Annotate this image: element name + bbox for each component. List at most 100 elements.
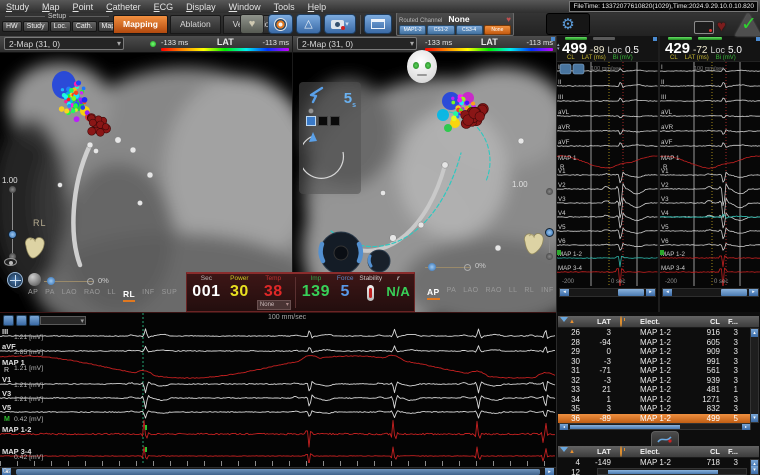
table2-header[interactable]: ▲ LAT Elect. CL F... — [558, 446, 759, 458]
slider-thumb[interactable] — [8, 230, 17, 239]
map2-transparency-slider[interactable] — [425, 263, 471, 272]
scroll-left-arrow[interactable]: ◂ — [560, 289, 569, 296]
orientation-lao[interactable]: LAO — [62, 289, 77, 302]
point-row-36[interactable]: 36-89MAP 1-24995 — [558, 414, 759, 424]
orientation-inf[interactable]: INF — [142, 289, 154, 302]
setup-button-loc[interactable]: Loc. — [50, 21, 71, 32]
point-row-31[interactable]: 31-71MAP 1-25613 — [558, 366, 759, 376]
point-row-29[interactable]: 290MAP 1-29093 — [558, 347, 759, 357]
orientation-rl[interactable]: RL — [123, 289, 135, 302]
col-lat[interactable]: LAT — [582, 447, 614, 456]
col-cl[interactable]: CL — [690, 317, 722, 326]
tag-size-value[interactable]: 5s — [344, 90, 356, 109]
setup-button-study[interactable]: Study — [23, 21, 49, 32]
routed-button-map1-2[interactable]: MAP1-2 — [399, 25, 426, 35]
temp-mode-dropdown[interactable]: None▾ — [257, 300, 291, 310]
menu-item-help[interactable]: Help — [308, 2, 327, 12]
tab-ablation[interactable]: Ablation — [170, 15, 221, 34]
panel-spinner[interactable]: ▴▾ — [557, 43, 560, 51]
swatch-dark-1[interactable] — [318, 116, 328, 126]
orientation-ap[interactable]: AP — [28, 289, 38, 302]
orientation-heart-icon[interactable] — [20, 232, 50, 262]
lat-color-scale[interactable]: -133 ms LAT -113 ms — [425, 37, 553, 51]
setup-button-cath[interactable]: Cath. — [72, 21, 97, 32]
ecg-traces[interactable] — [0, 313, 556, 463]
orientation-rao[interactable]: RAO — [84, 289, 100, 302]
annotation-traces-2[interactable]: IIIIIIaVLaVRaVFMAP 1V1V2V3V4V5V6MAP 1-2M… — [660, 62, 760, 286]
annotation-traces-1[interactable]: IIIIIIaVLaVRaVFMAP 1V1V2V3V4V5V6MAP 1-2M… — [557, 62, 658, 286]
eye-icon[interactable] — [4, 258, 17, 266]
lat-color-scale[interactable]: -133 ms LAT -113 ms — [161, 37, 289, 51]
orientation-lao[interactable]: LAO — [463, 287, 478, 300]
orientation-sup[interactable]: SUP — [162, 289, 178, 302]
panel1-scrollbar[interactable]: ◂ ▸ — [559, 288, 656, 297]
filter-icon[interactable] — [560, 317, 568, 326]
table2-vscrollbar[interactable]: ▴ ▾ — [750, 459, 759, 475]
col-f[interactable]: F... — [722, 447, 740, 456]
sort-icon[interactable]: ▲ — [569, 449, 575, 455]
settings-button[interactable]: ⚙ — [546, 13, 590, 35]
slider-thumb[interactable] — [428, 263, 436, 271]
scroll-up-arrow[interactable]: ▴ — [751, 329, 758, 337]
col-time[interactable] — [614, 317, 638, 326]
screen-layout-button[interactable] — [364, 14, 392, 34]
tab-mapping[interactable]: Mapping — [113, 15, 168, 34]
scroll-left-arrow[interactable]: ◂ — [663, 289, 672, 296]
col-f[interactable]: F... — [722, 317, 740, 326]
orientation-inf[interactable]: INF — [541, 287, 553, 300]
orientation-ll[interactable]: LL — [107, 289, 116, 302]
point-row-34[interactable]: 341MAP 1-212713 — [558, 395, 759, 405]
map1-transparency-slider[interactable] — [44, 277, 94, 286]
scroll-right-arrow[interactable]: ▸ — [646, 289, 655, 296]
scroll-right-arrow[interactable]: ▸ — [742, 424, 750, 430]
orientation-ap[interactable]: AP — [427, 287, 440, 300]
scrollbar-thumb[interactable] — [618, 289, 644, 296]
scroll-left-arrow[interactable]: ◂ — [560, 424, 568, 430]
snapshot-button[interactable]: ▾ — [324, 14, 356, 34]
panel2-scrollbar[interactable]: ◂ ▸ — [662, 288, 759, 297]
orientation-pa[interactable]: PA — [447, 287, 457, 300]
routed-button-none[interactable]: None — [484, 25, 511, 35]
orientation-pa[interactable]: PA — [45, 289, 55, 302]
reference-button[interactable]: △ — [296, 14, 321, 34]
loc-label[interactable]: Loc — [710, 45, 725, 55]
routed-button-cs1-2[interactable]: CS1-2 — [427, 25, 454, 35]
routed-button-cs3-4[interactable]: CS3-4 — [456, 25, 483, 35]
scroll-right-arrow[interactable]: ▸ — [545, 468, 554, 475]
sort-icon[interactable]: ▲ — [569, 319, 575, 325]
panel-maximize-button[interactable] — [756, 37, 760, 41]
point-row-35[interactable]: 353MAP 1-28323 — [558, 404, 759, 414]
swatch-dark-2[interactable] — [330, 116, 340, 126]
orientation-rl[interactable]: RL — [524, 287, 534, 300]
col-time[interactable] — [614, 447, 638, 456]
scrollbar-thumb[interactable] — [608, 470, 718, 474]
map1-selector-dropdown[interactable]: 2-Map (31, 0) ▾ — [4, 37, 124, 50]
point-row-26[interactable]: 263MAP 1-29163 — [558, 328, 759, 338]
orientation-rao[interactable]: RAO — [485, 287, 501, 300]
catheter-list-tab[interactable] — [651, 431, 679, 446]
map2-selector-dropdown[interactable]: 2-Map (31, 0) ▾ — [297, 37, 417, 50]
table1-hscrollbar[interactable]: ◂ ▸ — [559, 423, 751, 430]
location-setup-button[interactable] — [268, 14, 293, 34]
panel-maximize-button[interactable] — [551, 37, 555, 41]
swatch-blue[interactable] — [306, 116, 316, 126]
ecg-scrollbar[interactable]: 0s ◂ ▸ — [0, 467, 556, 475]
map1-zoom-slider[interactable] — [6, 186, 20, 260]
point-row-33[interactable]: 3321MAP 1-24811 — [558, 385, 759, 395]
table2-hscrollbar[interactable] — [597, 468, 747, 475]
table1-header[interactable]: ▲ LAT Elect. CL F... — [558, 316, 759, 328]
menu-item-ecg[interactable]: ECG — [154, 2, 174, 12]
menu-item-window[interactable]: Window — [229, 2, 261, 12]
orientation-ll[interactable]: LL — [509, 287, 518, 300]
compass-icon[interactable] — [7, 272, 23, 288]
orientation-heart-icon[interactable] — [519, 228, 549, 258]
scroll-right-arrow[interactable]: ▸ — [749, 289, 758, 296]
point-row-30[interactable]: 30-3MAP 1-29913 — [558, 357, 759, 367]
menu-item-catheter[interactable]: Catheter — [106, 2, 141, 12]
loc-label[interactable]: Loc — [607, 45, 622, 55]
point-row-32[interactable]: 32-3MAP 1-29393 — [558, 376, 759, 386]
heart-view-button[interactable]: ♥ — [240, 14, 264, 34]
sphere-icon[interactable] — [28, 273, 41, 286]
col-elect[interactable]: Elect. — [638, 447, 690, 456]
col-lat[interactable]: LAT — [582, 317, 614, 326]
